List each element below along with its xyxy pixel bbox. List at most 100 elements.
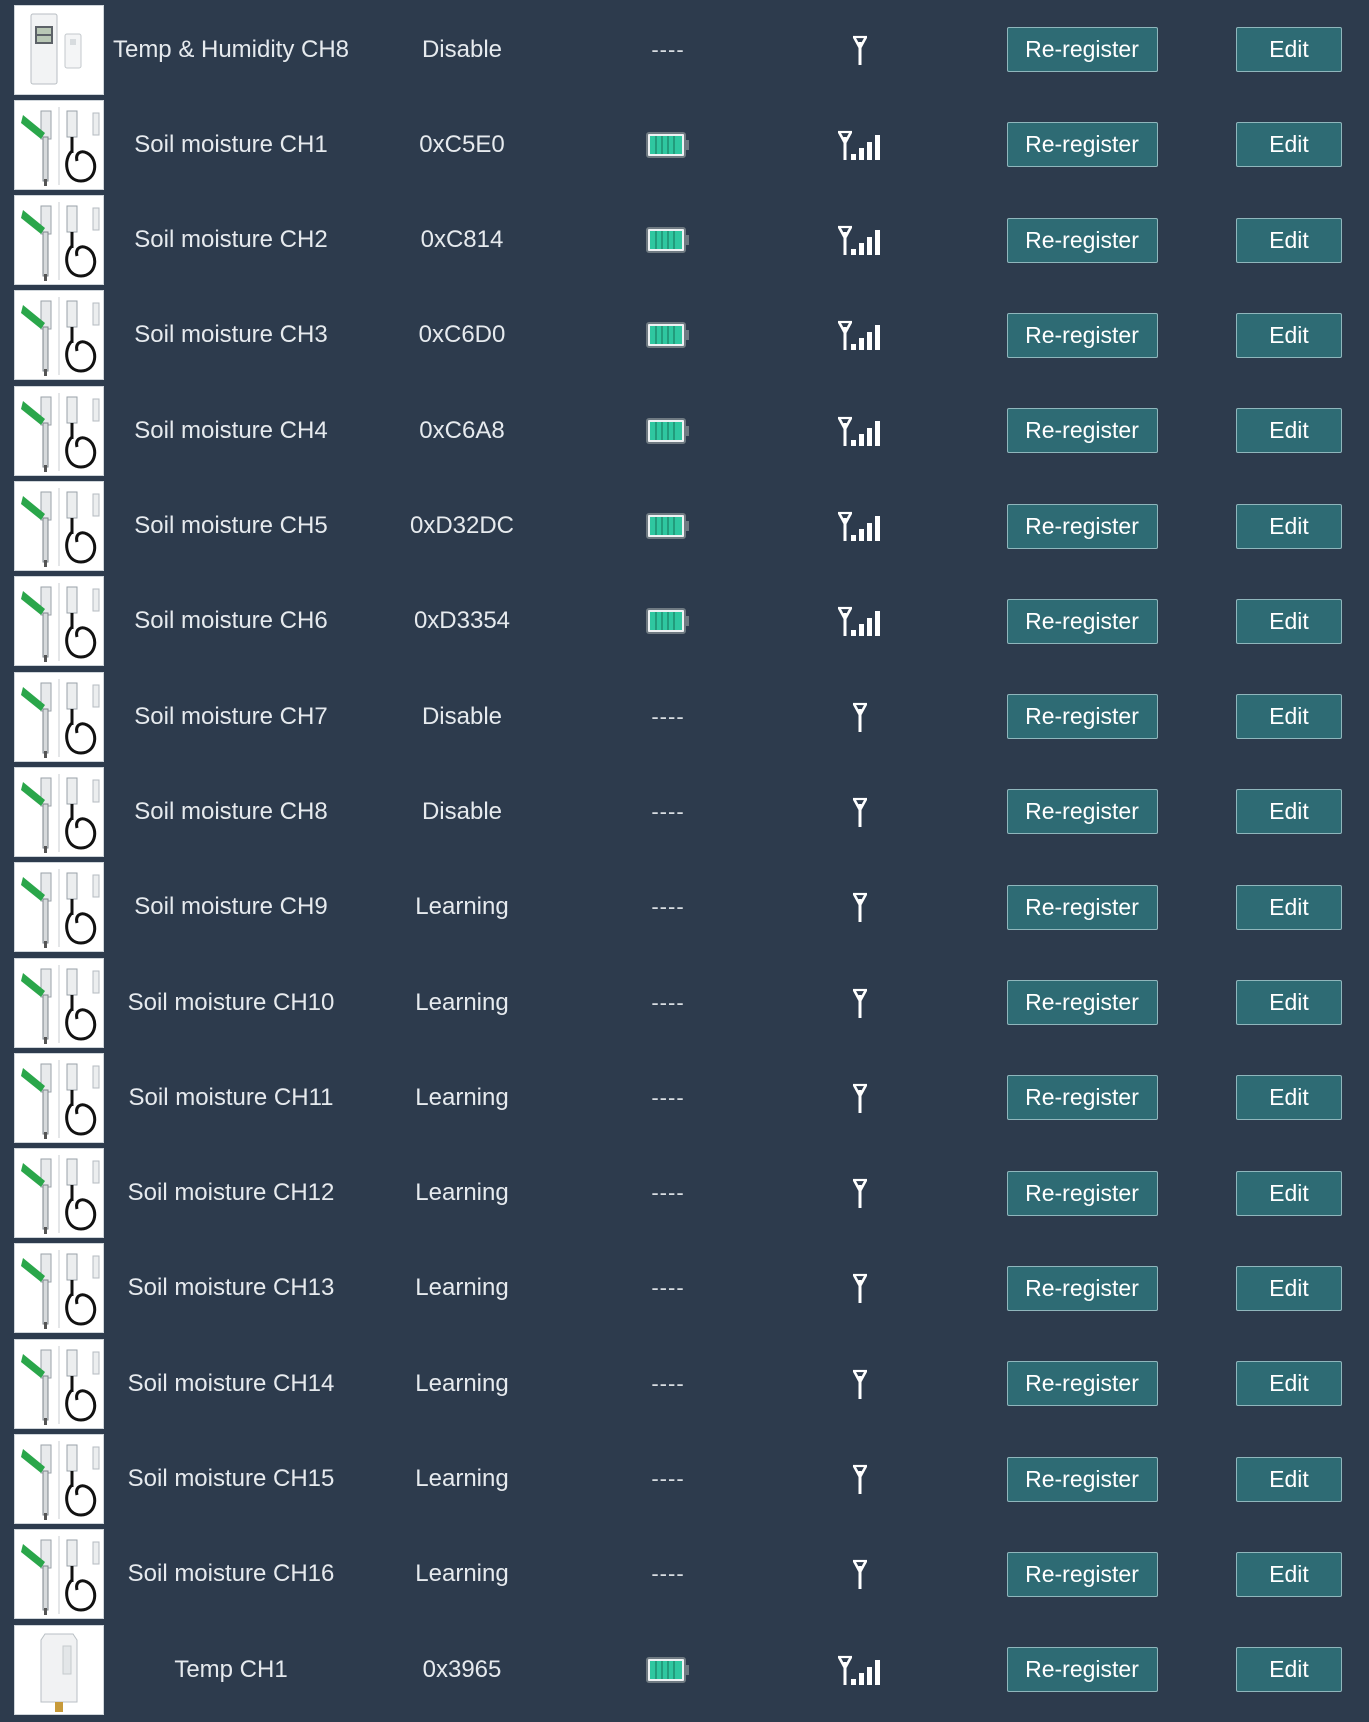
signal-strength-icon — [760, 574, 960, 669]
sensor-row: Soil moisture CH6 0xD3354 Re-register Edit — [0, 574, 1369, 669]
battery-status: ---- — [651, 798, 685, 824]
re-register-button[interactable]: Re-register — [1006, 503, 1158, 549]
sensor-image-cell — [13, 1050, 105, 1145]
re-register-button[interactable]: Re-register — [1006, 1551, 1158, 1597]
edit-button[interactable]: Edit — [1236, 789, 1342, 835]
re-register-button[interactable]: Re-register — [1006, 27, 1158, 72]
soil-moisture-sensor-image — [14, 1243, 104, 1334]
battery-status: ---- — [651, 1370, 685, 1396]
re-register-button[interactable]: Re-register — [1006, 1170, 1158, 1216]
sensor-table: Temp & Humidity CH8 Disable ---- Re-registe… — [0, 0, 1369, 1722]
sensor-name: Soil moisture CH16 — [127, 1560, 335, 1588]
sensor-id: Learning — [415, 1274, 509, 1302]
sensor-row: Soil moisture CH12 Learning ---- Re-registe… — [0, 1146, 1369, 1241]
antenna-icon — [760, 1527, 960, 1622]
sensor-id: 0xD32DC — [409, 512, 515, 539]
edit-button[interactable]: Edit — [1236, 122, 1342, 168]
sensor-name: Soil moisture CH7 — [134, 702, 328, 730]
sensor-image-cell — [13, 1527, 105, 1622]
edit-button[interactable]: Edit — [1236, 217, 1342, 263]
sensor-row: Soil moisture CH2 0xC814 Re-register Edit — [0, 193, 1369, 288]
re-register-button[interactable]: Re-register — [1006, 1265, 1158, 1311]
antenna-icon — [760, 860, 960, 955]
edit-button[interactable]: Edit — [1236, 1551, 1342, 1597]
sensor-row: Soil moisture CH14 Learning ---- Re-registe… — [0, 1336, 1369, 1431]
edit-button[interactable]: Edit — [1236, 884, 1342, 930]
sensor-image-cell — [13, 955, 105, 1050]
soil-moisture-sensor-image — [14, 1529, 104, 1620]
edit-button[interactable]: Edit — [1236, 408, 1342, 454]
soil-moisture-sensor-image — [14, 766, 104, 857]
re-register-button[interactable]: Re-register — [1006, 217, 1158, 263]
edit-button[interactable]: Edit — [1236, 1361, 1342, 1407]
soil-moisture-sensor-image — [14, 385, 104, 476]
antenna-icon — [760, 1146, 960, 1241]
re-register-button[interactable]: Re-register — [1006, 1456, 1158, 1502]
sensor-name: Temp CH1 — [174, 1655, 288, 1683]
re-register-button[interactable]: Re-register — [1006, 122, 1158, 168]
soil-moisture-sensor-image — [14, 1052, 104, 1143]
edit-button[interactable]: Edit — [1236, 1265, 1342, 1311]
battery-status: ---- — [651, 989, 685, 1015]
sensor-row: Soil moisture CH15 Learning ---- Re-registe… — [0, 1432, 1369, 1527]
sensor-id: 0xC6D0 — [418, 321, 506, 349]
edit-button[interactable]: Edit — [1236, 27, 1342, 72]
battery-status: ---- — [651, 894, 685, 920]
antenna-icon — [760, 1050, 960, 1145]
sensor-image-cell — [13, 1241, 105, 1336]
battery-full-icon — [568, 1622, 768, 1717]
re-register-button[interactable]: Re-register — [1006, 789, 1158, 835]
re-register-button[interactable]: Re-register — [1006, 694, 1158, 740]
edit-button[interactable]: Edit — [1236, 1647, 1342, 1693]
sensor-id: Learning — [415, 1560, 509, 1588]
sensor-row: Soil moisture CH5 0xD32DC Re-register Edit — [0, 479, 1369, 574]
re-register-button[interactable]: Re-register — [1006, 980, 1158, 1025]
sensor-id: Disable — [421, 702, 503, 730]
re-register-button[interactable]: Re-register — [1006, 408, 1158, 454]
sensor-id: Learning — [415, 893, 509, 921]
re-register-button[interactable]: Re-register — [1006, 884, 1158, 930]
re-register-button[interactable]: Re-register — [1006, 1075, 1158, 1121]
sensor-id: 0x3965 — [422, 1655, 502, 1683]
sensor-name: Soil moisture CH10 — [127, 988, 335, 1016]
sensor-id: Disable — [421, 35, 503, 63]
sensor-id: Learning — [415, 1465, 509, 1492]
sensor-name: Soil moisture CH6 — [134, 607, 328, 635]
sensor-name: Soil moisture CH4 — [134, 416, 328, 444]
edit-button[interactable]: Edit — [1236, 980, 1342, 1025]
edit-button[interactable]: Edit — [1236, 503, 1342, 549]
antenna-icon — [760, 764, 960, 859]
sensor-row: Soil moisture CH1 0xC5E0 Re-register Edit — [0, 97, 1369, 192]
sensor-image-cell — [13, 1622, 105, 1717]
sensor-name: Temp & Humidity CH8 — [112, 35, 350, 63]
sensor-image-cell — [13, 764, 105, 859]
edit-button[interactable]: Edit — [1236, 1456, 1342, 1502]
sensor-name: Soil moisture CH12 — [127, 1179, 335, 1207]
edit-button[interactable]: Edit — [1236, 694, 1342, 740]
sensor-image-cell — [13, 860, 105, 955]
edit-button[interactable]: Edit — [1236, 1170, 1342, 1216]
edit-button[interactable]: Edit — [1236, 1075, 1342, 1121]
edit-button[interactable]: Edit — [1236, 598, 1342, 644]
signal-strength-icon — [760, 97, 960, 192]
battery-status: ---- — [651, 1084, 685, 1110]
sensor-row: Soil moisture CH9 Learning ---- Re-register… — [0, 860, 1369, 955]
edit-button[interactable]: Edit — [1236, 312, 1342, 358]
re-register-button[interactable]: Re-register — [1006, 312, 1158, 358]
antenna-icon — [760, 669, 960, 764]
sensor-id: 0xD3354 — [413, 607, 511, 635]
re-register-button[interactable]: Re-register — [1006, 1647, 1158, 1693]
sensor-row: Temp & Humidity CH8 Disable ---- Re-registe… — [0, 2, 1369, 97]
sensor-image-cell — [13, 669, 105, 764]
soil-moisture-sensor-image — [14, 957, 104, 1048]
soil-moisture-sensor-image — [14, 99, 104, 190]
signal-strength-icon — [760, 383, 960, 478]
sensor-name: Soil moisture CH15 — [127, 1465, 335, 1492]
soil-moisture-sensor-image — [14, 576, 104, 667]
soil-moisture-sensor-image — [14, 290, 104, 381]
antenna-icon — [760, 1241, 960, 1336]
soil-moisture-sensor-image — [14, 1338, 104, 1429]
sensor-image-cell — [13, 1336, 105, 1431]
re-register-button[interactable]: Re-register — [1006, 598, 1158, 644]
re-register-button[interactable]: Re-register — [1006, 1361, 1158, 1407]
